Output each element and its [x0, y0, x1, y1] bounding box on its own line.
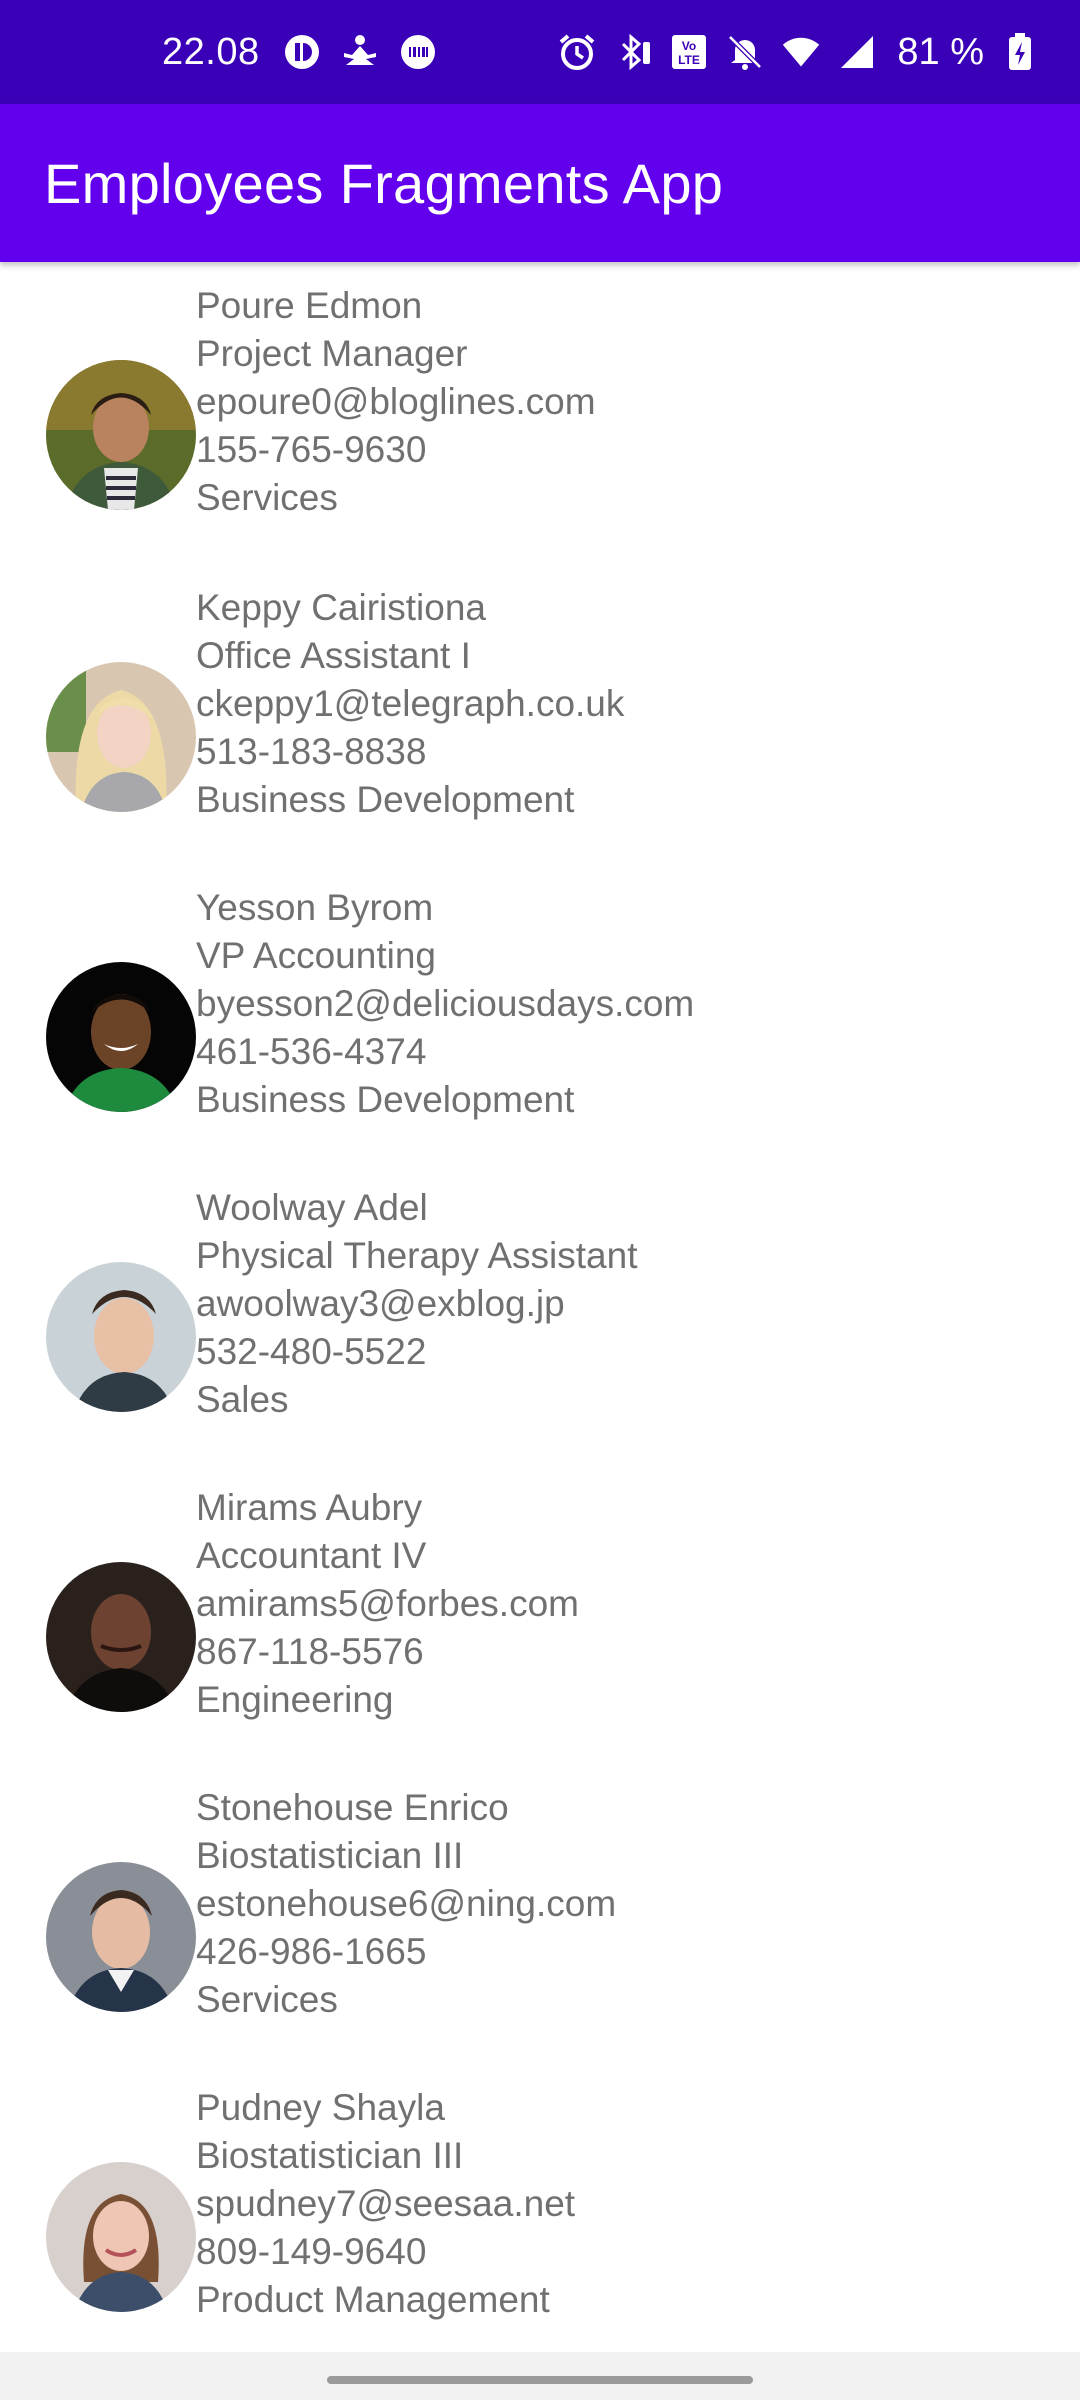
employee-title: Biostatistician III — [196, 2135, 464, 2176]
employee-department: Sales — [196, 1379, 289, 1420]
employee-name: Keppy Cairistiona — [196, 587, 486, 628]
battery-charging-icon — [1000, 32, 1040, 72]
employee-phone: 809-149-9640 — [196, 2231, 427, 2272]
app-bar: Employees Fragments App — [0, 104, 1080, 262]
employee-phone: 461-536-4374 — [196, 1031, 427, 1072]
bluetooth-icon — [613, 32, 653, 72]
app-icon — [282, 32, 322, 72]
employee-avatar — [46, 662, 196, 812]
alarm-icon — [557, 32, 597, 72]
employee-phone: 513-183-8838 — [196, 731, 427, 772]
employee-name: Yesson Byrom — [196, 887, 434, 928]
employee-item[interactable]: Keppy Cairistiona Office Assistant I cke… — [0, 564, 1080, 864]
employee-email: ckeppy1@telegraph.co.uk — [196, 683, 625, 724]
employee-phone: 426-986-1665 — [196, 1931, 427, 1972]
employee-email: byesson2@deliciousdays.com — [196, 983, 695, 1024]
employee-title: Office Assistant I — [196, 635, 471, 676]
employee-title: Physical Therapy Assistant — [196, 1235, 638, 1276]
app-title: Employees Fragments App — [44, 151, 724, 215]
svg-text:Vo: Vo — [682, 39, 696, 53]
status-bar: 22.08 Vo LTE 81 % — [0, 0, 1080, 104]
employee-department: Business Development — [196, 1079, 575, 1120]
employee-department: Product Management — [196, 2279, 550, 2320]
employee-info: Keppy Cairistiona Office Assistant I cke… — [196, 584, 624, 824]
employee-phone: 155-765-9630 — [196, 429, 427, 470]
employee-item[interactable]: Yesson Byrom VP Accounting byesson2@deli… — [0, 864, 1080, 1164]
employee-info: Woolway Adel Physical Therapy Assistant … — [196, 1184, 637, 1424]
navigation-bar — [0, 2352, 1080, 2400]
status-right: Vo LTE 81 % — [557, 0, 1040, 104]
employee-avatar — [46, 360, 196, 510]
employee-name: Poure Edmon — [196, 285, 423, 326]
battery-percentage: 81 % — [897, 30, 984, 73]
employee-avatar — [46, 1862, 196, 2012]
employee-name: Woolway Adel — [196, 1187, 428, 1228]
employee-department: Services — [196, 477, 338, 518]
employee-name: Mirams Aubry — [196, 1487, 423, 1528]
employee-department: Business Development — [196, 779, 575, 820]
employee-email: awoolway3@exblog.jp — [196, 1283, 565, 1324]
status-time: 22.08 — [162, 30, 260, 73]
signal-icon — [837, 32, 877, 72]
employee-avatar — [46, 1562, 196, 1712]
employee-info: Yesson Byrom VP Accounting byesson2@deli… — [196, 884, 694, 1124]
employee-avatar — [46, 962, 196, 1112]
employee-name: Stonehouse Enrico — [196, 1787, 509, 1828]
status-left: 22.08 — [162, 0, 438, 104]
volte-icon: Vo LTE — [669, 32, 709, 72]
svg-text:LTE: LTE — [678, 53, 700, 67]
employee-item[interactable]: Woolway Adel Physical Therapy Assistant … — [0, 1164, 1080, 1464]
employee-item[interactable]: Mirams Aubry Accountant IV amirams5@forb… — [0, 1464, 1080, 1764]
employee-email: epoure0@bloglines.com — [196, 381, 596, 422]
gesture-handle[interactable] — [327, 2376, 753, 2384]
employee-info: Pudney Shayla Biostatistician III spudne… — [196, 2084, 575, 2324]
wifi-icon — [781, 32, 821, 72]
employee-phone: 867-118-5576 — [196, 1631, 424, 1672]
employee-info: Mirams Aubry Accountant IV amirams5@forb… — [196, 1484, 579, 1724]
employee-item[interactable]: Stonehouse Enrico Biostatistician III es… — [0, 1764, 1080, 2064]
mute-icon — [725, 32, 765, 72]
employee-name: Pudney Shayla — [196, 2087, 445, 2128]
employee-email: amirams5@forbes.com — [196, 1583, 579, 1624]
employee-email: spudney7@seesaa.net — [196, 2183, 576, 2224]
employee-title: Biostatistician III — [196, 1835, 464, 1876]
employee-department: Services — [196, 1979, 338, 2020]
meditation-icon — [340, 32, 380, 72]
employee-item[interactable]: Pudney Shayla Biostatistician III spudne… — [0, 2064, 1080, 2352]
employee-title: Project Manager — [196, 333, 468, 374]
employee-avatar — [46, 2162, 196, 2312]
employee-email: estonehouse6@ning.com — [196, 1883, 617, 1924]
employee-item[interactable]: Poure Edmon Project Manager epoure0@blog… — [0, 262, 1080, 564]
employee-list[interactable]: Poure Edmon Project Manager epoure0@blog… — [0, 262, 1080, 2352]
employee-department: Engineering — [196, 1679, 394, 1720]
employee-avatar — [46, 1262, 196, 1412]
employee-title: VP Accounting — [196, 935, 436, 976]
employee-phone: 532-480-5522 — [196, 1331, 427, 1372]
employee-title: Accountant IV — [196, 1535, 427, 1576]
employee-info: Stonehouse Enrico Biostatistician III es… — [196, 1784, 616, 2024]
employee-info: Poure Edmon Project Manager epoure0@blog… — [196, 282, 596, 522]
barcode-icon — [398, 32, 438, 72]
